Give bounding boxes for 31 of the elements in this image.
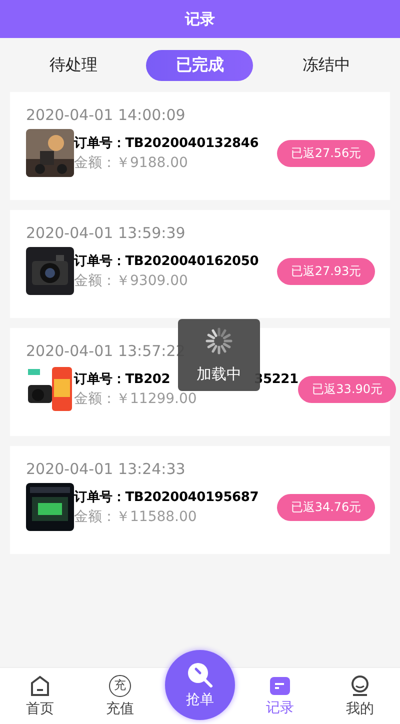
nav-item[interactable]: 充 充值	[80, 668, 160, 724]
status-tab[interactable]: 待处理	[20, 50, 127, 80]
order-number: 订单号：TB2020040132846	[74, 135, 259, 152]
search-icon	[186, 661, 214, 689]
status-tab[interactable]: 冻结中	[273, 50, 380, 80]
order-amount: 金额：￥11588.00	[74, 508, 197, 526]
spinner-icon	[205, 326, 233, 354]
page-title: 记录	[185, 10, 215, 28]
rebate-button[interactable]: 已返33.90元	[298, 376, 396, 402]
rebate-button[interactable]: 已返34.76元	[277, 494, 375, 520]
order-amount: 金额：￥9188.00	[74, 154, 188, 172]
order-time: 2020-04-01 13:24:33	[26, 460, 186, 478]
order-amount: 金额：￥9309.00	[74, 272, 188, 290]
order-number: 订单号：TB202	[74, 371, 170, 388]
nav-item[interactable]: 我的	[320, 668, 400, 724]
loading-text: 加载中	[196, 364, 242, 384]
rebate-button[interactable]: 已返27.93元	[277, 258, 375, 284]
order-time: 2020-04-01 14:00:09	[26, 106, 186, 124]
nav-item[interactable]: 记录	[240, 668, 320, 724]
user-icon	[349, 674, 371, 696]
status-tab[interactable]: 已完成	[146, 50, 254, 80]
nav-item[interactable]: 首页	[0, 668, 80, 724]
home-icon	[30, 674, 50, 696]
grab-order-button[interactable]: 抢单	[165, 650, 235, 720]
order-number: 订单号：TB2020040162050	[74, 253, 259, 270]
order-time: 2020-04-01 13:59:39	[26, 224, 186, 242]
message-icon	[269, 676, 291, 696]
recharge-icon: 充	[109, 674, 131, 696]
rebate-button[interactable]: 已返27.56元	[277, 140, 375, 166]
order-amount: 金额：￥11299.00	[74, 390, 197, 408]
order-number: 订单号：TB2020040195687	[74, 489, 259, 506]
